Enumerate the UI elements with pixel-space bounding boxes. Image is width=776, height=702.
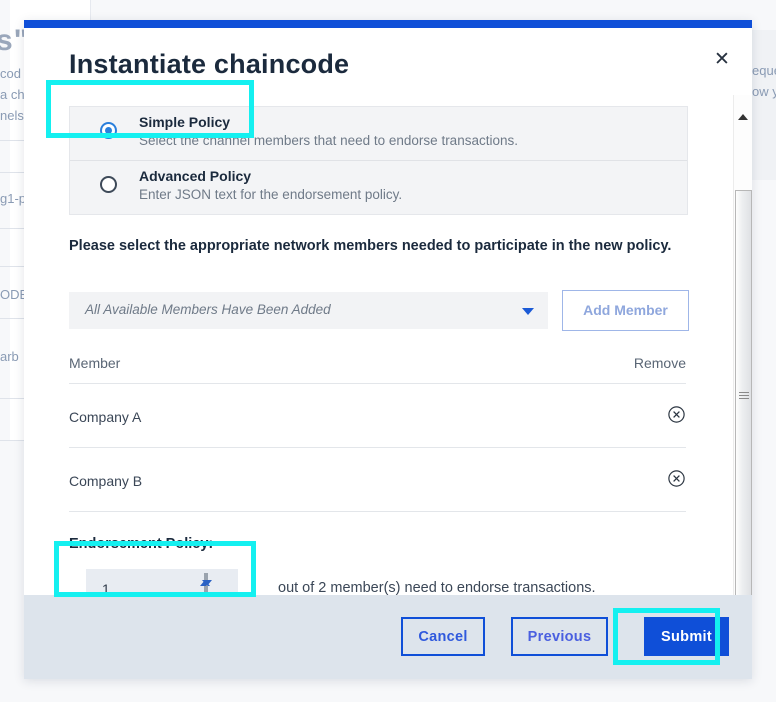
screen: s" cod a cha nels g1-p ODE arb eque ow y…	[0, 0, 776, 702]
background-text-fragment: eque	[752, 63, 776, 78]
dialog-scrollbar[interactable]	[733, 95, 752, 615]
previous-button[interactable]: Previous	[511, 617, 608, 656]
member-name: Company A	[69, 409, 142, 425]
background-text-fragment: cod	[0, 66, 21, 81]
policy-type-list: Simple Policy Select the channel members…	[69, 106, 688, 215]
member-select[interactable]: All Available Members Have Been Added	[69, 292, 548, 329]
radio-simple-policy[interactable]	[100, 122, 117, 139]
table-header-row: Member Remove	[69, 345, 686, 384]
endorsement-count-value: 1	[102, 581, 110, 595]
column-header-member: Member	[69, 355, 121, 371]
caret-down-icon[interactable]	[202, 573, 212, 592]
table-row: Company A	[69, 384, 686, 448]
dialog-footer: Cancel Previous Submit	[24, 595, 752, 679]
endorsement-suffix-text: out of 2 member(s) need to endorse trans…	[278, 580, 596, 595]
policy-option-description: Select the channel members that need to …	[139, 133, 518, 148]
scroll-up-arrow-icon[interactable]	[734, 108, 752, 125]
member-name: Company B	[69, 473, 143, 489]
table-row: Company B	[69, 448, 686, 512]
policy-option-label: Advanced Policy	[139, 168, 252, 184]
add-member-button[interactable]: Add Member	[562, 290, 689, 331]
instruction-text: Please select the appropriate network me…	[69, 238, 672, 254]
dialog-accent-bar	[24, 20, 752, 28]
policy-option-label: Simple Policy	[139, 114, 231, 130]
endorsement-policy-label: Endorsement Policy:	[69, 536, 214, 552]
dialog-body: Simple Policy Select the channel members…	[24, 95, 752, 595]
remove-circle-icon[interactable]	[668, 406, 685, 423]
submit-button[interactable]: Submit	[644, 617, 729, 656]
close-icon[interactable]: ✕	[710, 48, 734, 72]
background-text-fragment: arb	[0, 349, 19, 364]
remove-circle-icon[interactable]	[668, 470, 685, 487]
instantiate-chaincode-dialog: Instantiate chaincode ✕ Simple Policy Se…	[24, 20, 752, 679]
policy-option-advanced[interactable]: Advanced Policy Enter JSON text for the …	[70, 161, 687, 214]
policy-option-simple[interactable]: Simple Policy Select the channel members…	[70, 107, 687, 161]
member-table: Member Remove Company A Company B	[69, 345, 686, 512]
radio-advanced-policy[interactable]	[100, 176, 117, 193]
scrollbar-thumb[interactable]	[735, 190, 752, 600]
member-select-value: All Available Members Have Been Added	[85, 302, 331, 317]
page-title: Instantiate chaincode	[69, 49, 350, 79]
background-text-fragment: ow y	[752, 84, 776, 99]
cancel-button[interactable]: Cancel	[401, 617, 485, 656]
scrollbar-grip-icon	[738, 390, 749, 400]
endorsement-count-stepper[interactable]: 1	[86, 569, 238, 595]
policy-option-description: Enter JSON text for the endorsement poli…	[139, 187, 403, 202]
background-text-fragment: nels	[0, 108, 24, 123]
dialog-header: Instantiate chaincode ✕	[24, 28, 752, 95]
background-text-fragment: g1-p	[0, 191, 27, 206]
column-header-remove: Remove	[633, 355, 686, 371]
chevron-down-icon	[522, 308, 534, 315]
